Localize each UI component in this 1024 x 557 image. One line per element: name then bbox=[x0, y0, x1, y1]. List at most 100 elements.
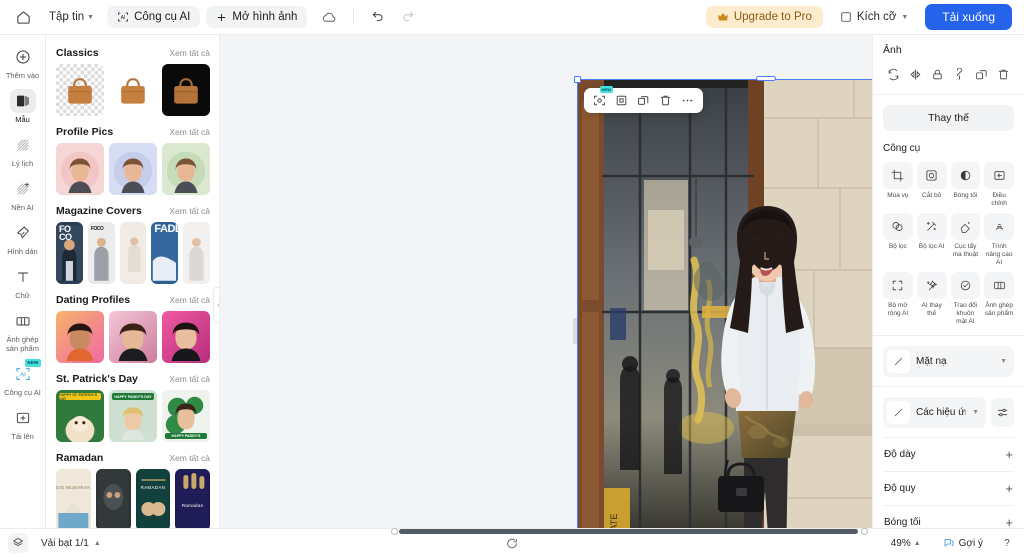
accordion-do-quy[interactable]: Độ quy + bbox=[883, 471, 1014, 505]
tool-bo-loc[interactable]: Bộ lọc bbox=[883, 213, 913, 267]
canvas-area[interactable]: DONATE bbox=[220, 35, 961, 557]
magazine-cover-image: FADE bbox=[151, 222, 179, 284]
ai-expand-icon[interactable]: NEW bbox=[589, 86, 613, 111]
tool-anh-ghep-san-pham[interactable]: Ảnh ghép sản phẩm bbox=[984, 272, 1014, 326]
plus-circle-icon bbox=[10, 45, 36, 69]
collapse-panel-button[interactable]: ‹ bbox=[213, 287, 219, 323]
canvas-handle-left[interactable] bbox=[573, 318, 577, 344]
more-icon[interactable] bbox=[677, 90, 698, 111]
template-thumb[interactable]: Ramadan bbox=[175, 469, 210, 528]
position-icon[interactable] bbox=[950, 65, 969, 84]
tool-dieu-chinh[interactable]: Điều chỉnh bbox=[984, 162, 1014, 208]
zoom-control[interactable]: 49% ▲ bbox=[884, 535, 928, 552]
templates-panel[interactable]: Classics Xem tất cả Profile Pics Xem tất… bbox=[46, 35, 220, 528]
template-thumb[interactable] bbox=[162, 64, 210, 116]
tool-cuc-tay-ma-thuat[interactable]: Cục tẩy ma thuật bbox=[950, 213, 981, 267]
sidebar-item-ly-lich[interactable]: Lý lịch bbox=[1, 129, 45, 172]
mask-select[interactable]: Mặt nạ ▼ bbox=[883, 346, 1014, 377]
see-all-link[interactable]: Xem tất cả bbox=[169, 295, 210, 305]
effects-settings-button[interactable] bbox=[991, 398, 1014, 427]
scrollbar-end-cap[interactable] bbox=[861, 528, 868, 535]
file-menu[interactable]: Tập tin ▼ bbox=[42, 6, 101, 28]
duplicate-icon[interactable] bbox=[633, 90, 654, 111]
section-header-magazine-covers: Magazine Covers Xem tất cả bbox=[56, 205, 210, 217]
sidebar-item-nen-ai[interactable]: Nền AI bbox=[1, 173, 45, 216]
template-thumb[interactable]: HAPPY PADDY'S bbox=[162, 390, 210, 442]
see-all-link[interactable]: Xem tất cả bbox=[169, 374, 210, 384]
replace-image-button[interactable]: Thay thế bbox=[883, 105, 1014, 131]
download-button[interactable]: Tải xuống bbox=[925, 4, 1012, 30]
redo-icon[interactable] bbox=[396, 5, 420, 29]
tool-ai-thay-the[interactable]: AI thay thế bbox=[916, 272, 947, 326]
see-all-link[interactable]: Xem tất cả bbox=[169, 453, 210, 463]
mirror-icon[interactable] bbox=[906, 65, 925, 84]
template-thumb[interactable] bbox=[183, 222, 210, 284]
see-all-link[interactable]: Xem tất cả bbox=[169, 206, 210, 216]
ai-tools-button[interactable]: AI Công cụ AI bbox=[107, 6, 201, 28]
home-icon[interactable] bbox=[10, 4, 36, 30]
lock-icon[interactable] bbox=[928, 65, 947, 84]
template-thumb[interactable] bbox=[56, 311, 104, 363]
crop-icon[interactable] bbox=[611, 90, 632, 111]
page-selector[interactable]: Vải bạt 1/1 ▲ bbox=[34, 535, 108, 552]
upgrade-to-pro-button[interactable]: Upgrade to Pro bbox=[705, 6, 823, 28]
sidebar-item-chu[interactable]: Chữ bbox=[1, 261, 45, 304]
sidebar-item-anh-ghep-san-pham[interactable]: Ảnh ghép sản phẩm bbox=[1, 305, 45, 357]
sidebar-item-them-vao[interactable]: Thêm vào bbox=[1, 41, 45, 84]
template-thumb[interactable] bbox=[162, 311, 210, 363]
tool-bo-mo-rong-ai[interactable]: Bộ mở rộng AI bbox=[883, 272, 913, 326]
template-thumb[interactable]: FO CO bbox=[56, 222, 83, 284]
accordion-label: Bóng tối bbox=[884, 517, 921, 528]
template-thumb[interactable] bbox=[109, 311, 157, 363]
open-image-button[interactable]: Mở hình ảnh bbox=[206, 6, 308, 28]
accordion-label: Độ dày bbox=[884, 449, 916, 460]
feedback-icon bbox=[943, 537, 955, 549]
sidebar-item-cong-cu-ai[interactable]: NEW AI Công cụ AI bbox=[1, 358, 45, 401]
layers-icon[interactable] bbox=[8, 533, 28, 553]
tool-bo-loc-ai[interactable]: Bộ lọc AI bbox=[916, 213, 947, 267]
template-thumb[interactable]: HAPPY ST. PATRICK'S DAY bbox=[56, 390, 104, 442]
tool-trao-doi-khuon-mat-ai[interactable]: Trao đổi khuôn mặt AI bbox=[950, 272, 981, 326]
template-thumb[interactable]: EID MUBARAK bbox=[56, 469, 91, 528]
sidebar-item-mau[interactable]: Mẫu bbox=[1, 85, 45, 128]
help-button[interactable]: ? bbox=[998, 534, 1016, 552]
thumbnail-row-magazine-covers: FO CO FOCO FADE bbox=[56, 222, 210, 284]
template-thumb[interactable]: FADE bbox=[151, 222, 179, 284]
duplicate-icon[interactable] bbox=[972, 65, 991, 84]
template-thumb[interactable] bbox=[162, 143, 210, 195]
template-thumb[interactable] bbox=[56, 143, 104, 195]
insmind-editor-app: Tập tin ▼ AI Công cụ AI Mở hình ảnh Upgr… bbox=[0, 0, 1024, 557]
template-thumb[interactable]: RAMADAN bbox=[135, 469, 171, 528]
tool-bong-toi[interactable]: Bóng tối bbox=[950, 162, 981, 208]
sidebar-item-hinh-dan[interactable]: Hình dán bbox=[1, 217, 45, 260]
tool-trinh-nang-cao-ai[interactable]: Trình nâng cao AI bbox=[984, 213, 1014, 267]
horizontal-scrollbar[interactable] bbox=[391, 528, 882, 535]
accordion-do-day[interactable]: Độ dày + bbox=[883, 437, 1014, 471]
see-all-link[interactable]: Xem tất cả bbox=[169, 127, 210, 137]
portrait-image bbox=[171, 322, 201, 361]
canvas-size-button[interactable]: Kích cỡ ▼ bbox=[832, 6, 916, 28]
template-thumb[interactable] bbox=[119, 222, 147, 284]
accordion-bong-toi[interactable]: Bóng tối + bbox=[883, 505, 1014, 528]
tool-mua-vu[interactable]: Mùa vụ bbox=[883, 162, 913, 208]
see-all-link[interactable]: Xem tất cả bbox=[169, 48, 210, 58]
effects-select[interactable]: Các hiệu ứng ▼ bbox=[883, 397, 986, 428]
undo-icon[interactable] bbox=[366, 5, 390, 29]
trash-icon[interactable] bbox=[655, 90, 676, 111]
flip-icon[interactable] bbox=[884, 65, 903, 84]
template-thumb[interactable]: FOCO bbox=[87, 222, 115, 284]
suggestion-button[interactable]: Gợi ý bbox=[935, 534, 991, 552]
tool-cat-bo[interactable]: Cắt bỏ bbox=[916, 162, 947, 208]
template-thumb[interactable]: HAPPY PADDY'S DAY bbox=[109, 390, 157, 442]
scrollbar-thumb[interactable] bbox=[399, 529, 858, 534]
template-thumb[interactable] bbox=[95, 469, 131, 528]
template-thumb[interactable] bbox=[109, 64, 157, 116]
sidebar-item-tai-len[interactable]: Tải lên bbox=[1, 402, 45, 445]
refresh-icon[interactable] bbox=[502, 533, 523, 554]
template-thumb[interactable] bbox=[56, 64, 104, 116]
scrollbar-start-cap[interactable] bbox=[391, 528, 398, 535]
cloud-sync-icon[interactable] bbox=[317, 5, 341, 29]
delete-icon[interactable] bbox=[994, 65, 1013, 84]
template-thumb[interactable] bbox=[109, 143, 157, 195]
chevron-down-icon: ▼ bbox=[1000, 358, 1007, 365]
